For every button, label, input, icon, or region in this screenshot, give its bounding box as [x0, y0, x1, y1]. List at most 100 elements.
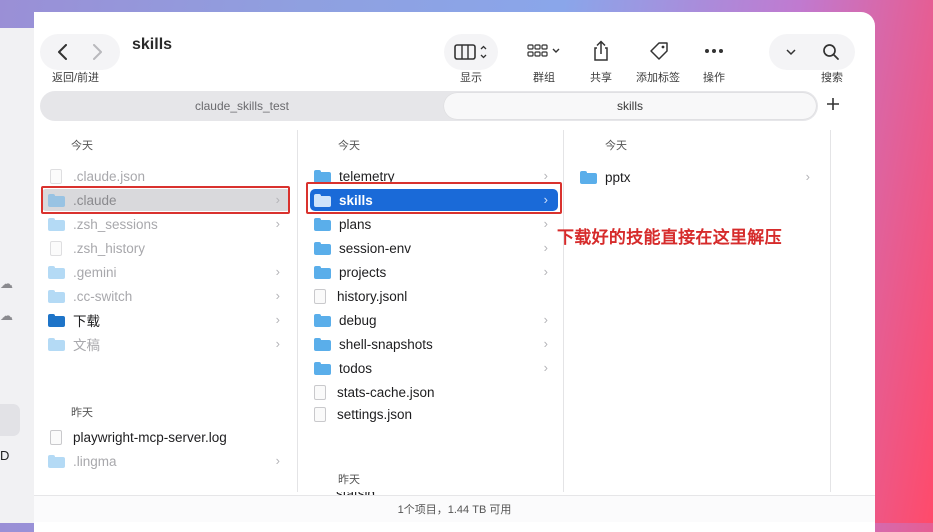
- list-item[interactable]: debug ›: [310, 309, 558, 331]
- chevron-right-icon: ›: [805, 169, 810, 184]
- view-label: 显示: [460, 72, 482, 84]
- list-item[interactable]: session-env ›: [310, 237, 558, 259]
- sidebar-fragment: ☁ ☁ D: [0, 28, 35, 523]
- list-item[interactable]: .claude.json: [42, 165, 290, 187]
- list-item[interactable]: 文稿 ›: [42, 333, 290, 355]
- folder-icon: [314, 265, 331, 279]
- chevron-right-icon: ›: [275, 264, 280, 279]
- list-item[interactable]: settings.json: [310, 403, 558, 425]
- document-icon: [50, 240, 62, 256]
- chevron-right-icon: ›: [543, 240, 548, 255]
- column-view-icon: [454, 44, 487, 60]
- list-item[interactable]: playwright-mcp-server.log: [42, 426, 290, 448]
- group-button[interactable]: [522, 36, 568, 68]
- list-item[interactable]: plans ›: [310, 213, 558, 235]
- chevron-right-icon: ›: [275, 453, 280, 468]
- tab-claude-skills-test[interactable]: claude_skills_test: [40, 91, 444, 121]
- section-header-yesterday: 昨天: [71, 407, 93, 419]
- chevron-left-icon: [58, 44, 67, 60]
- search-label: 搜索: [821, 72, 843, 84]
- list-item[interactable]: pptx ›: [572, 166, 820, 188]
- more-dropdown-button[interactable]: [772, 48, 810, 56]
- chevron-right-icon: ›: [275, 288, 280, 303]
- action-label: 操作: [703, 72, 725, 84]
- new-tab-button[interactable]: [826, 94, 840, 117]
- chevron-right-icon: ›: [543, 360, 548, 375]
- folder-icon: [314, 169, 331, 183]
- search-pill: [769, 34, 855, 70]
- list-item[interactable]: todos ›: [310, 357, 558, 379]
- list-item[interactable]: .lingma ›: [42, 450, 290, 472]
- folder-icon: [48, 454, 65, 468]
- forward-button[interactable]: [80, 44, 114, 60]
- search-icon: [823, 44, 839, 60]
- highlight-box-claude: [41, 186, 290, 214]
- tab-skills[interactable]: skills: [444, 93, 816, 119]
- group-label: 群组: [533, 72, 555, 84]
- folder-icon: [314, 337, 331, 351]
- icloud-icon: ☁: [0, 276, 13, 291]
- tag-label: 添加标签: [636, 72, 680, 84]
- folder-icon: [580, 170, 597, 184]
- list-item[interactable]: .zsh_history: [42, 237, 290, 259]
- annotation-text: 下载好的技能直接在这里解压: [557, 228, 782, 247]
- icloud-icon: ☁: [0, 308, 13, 323]
- nav-label: 返回/前进: [52, 72, 100, 84]
- share-icon: [594, 40, 608, 61]
- document-icon: [50, 429, 62, 445]
- json-file-icon: [314, 384, 326, 400]
- chevron-right-icon: ›: [543, 336, 548, 351]
- tab-bar: claude_skills_test skills: [40, 91, 818, 121]
- tag-button[interactable]: [644, 34, 674, 68]
- highlight-box-skills: [306, 182, 562, 214]
- document-icon: [314, 288, 326, 304]
- folder-icon: [48, 265, 65, 279]
- chevron-right-icon: ›: [543, 264, 548, 279]
- chevron-right-icon: ›: [543, 312, 548, 327]
- list-item[interactable]: .cc-switch ›: [42, 285, 290, 307]
- folder-icon: [314, 217, 331, 231]
- chevron-down-icon: [786, 48, 796, 55]
- folder-icon: [314, 361, 331, 375]
- sidebar-label: D: [0, 448, 10, 463]
- chevron-right-icon: ›: [275, 216, 280, 231]
- finder-window: skills 返回/前进 显示 群组 共享 添加标签 操作 搜索 claude_…: [34, 12, 875, 532]
- list-item[interactable]: .zsh_sessions ›: [42, 213, 290, 235]
- folder-icon: [48, 289, 65, 303]
- json-file-icon: [314, 406, 326, 422]
- list-item[interactable]: shell-snapshots ›: [310, 333, 558, 355]
- section-header-yesterday: 昨天: [338, 474, 360, 486]
- chevron-right-icon: ›: [543, 216, 548, 231]
- search-button[interactable]: [810, 43, 852, 61]
- section-header-today: 今天: [338, 140, 360, 152]
- list-item[interactable]: history.jsonl: [310, 285, 558, 307]
- column-1: 今天 .claude.json .claude › .zsh_sessions › …: [34, 130, 298, 492]
- status-bar: 1个项目，1.44 TB 可用: [34, 495, 875, 522]
- share-label: 共享: [590, 72, 612, 84]
- list-item[interactable]: .gemini ›: [42, 261, 290, 283]
- list-item[interactable]: stats-cache.json: [310, 381, 558, 403]
- back-button[interactable]: [46, 44, 80, 60]
- view-button[interactable]: [444, 34, 498, 70]
- action-button[interactable]: [699, 34, 729, 68]
- folder-icon: [48, 337, 65, 351]
- chevron-right-icon: ›: [275, 312, 280, 327]
- downloads-folder-icon: [48, 313, 65, 327]
- chevron-right-icon: [93, 44, 102, 60]
- folder-icon: [314, 313, 331, 327]
- folder-icon: [314, 241, 331, 255]
- chevron-right-icon: ›: [275, 336, 280, 351]
- column-3: 今天 pptx ›: [564, 130, 831, 492]
- section-header-today: 今天: [71, 140, 93, 152]
- document-icon: [50, 168, 62, 184]
- more-icon: [705, 49, 723, 53]
- section-header-today: 今天: [605, 140, 627, 152]
- list-item[interactable]: projects ›: [310, 261, 558, 283]
- window-title: skills: [132, 36, 173, 53]
- grid-group-icon: [527, 44, 560, 57]
- share-button[interactable]: [586, 34, 616, 68]
- sidebar-selected-item[interactable]: [0, 404, 20, 436]
- folder-icon: [48, 217, 65, 231]
- tag-icon: [650, 42, 668, 60]
- list-item[interactable]: 下载 ›: [42, 309, 290, 331]
